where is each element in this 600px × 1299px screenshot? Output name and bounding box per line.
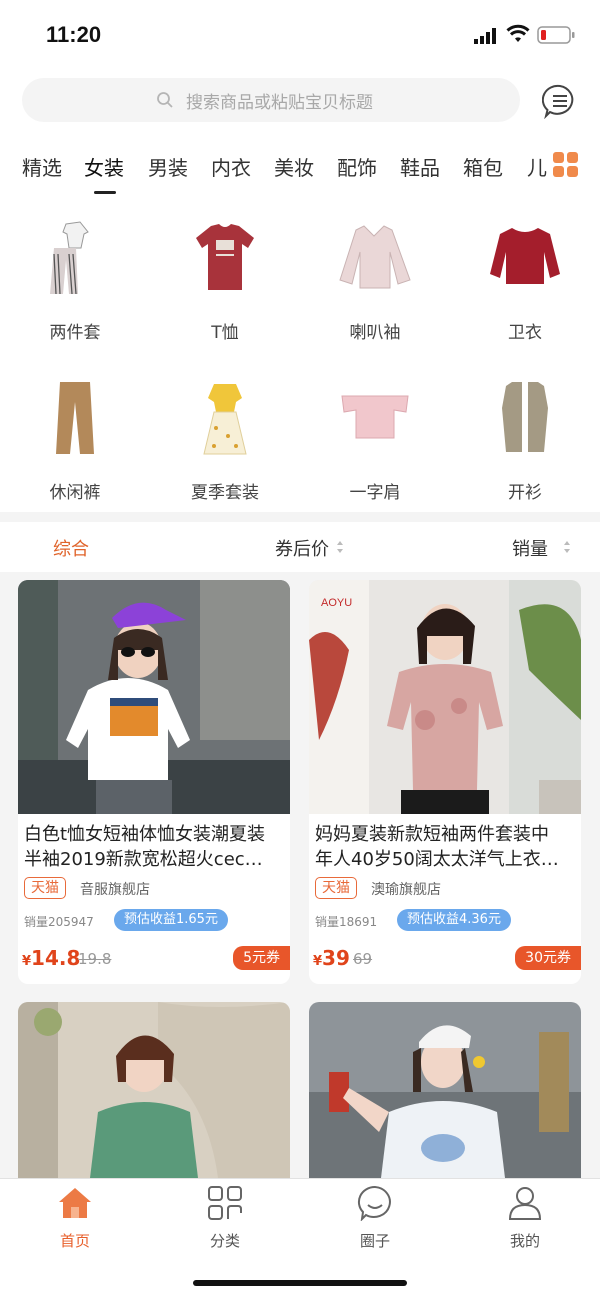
cardigan-image: [502, 382, 548, 452]
active-tab-indicator: [94, 191, 116, 194]
circle-icon: [357, 1185, 391, 1221]
platform-badge: 天猫: [24, 877, 66, 899]
category-tabs: 精选 女装 男装 内衣 美妆 配饰 鞋品 箱包 儿: [0, 132, 600, 198]
subcategory-label: 一字肩: [349, 483, 401, 503]
shop-name: 音服旗舰店: [80, 882, 150, 898]
tab-label: 我的: [509, 1232, 540, 1250]
subcategory-sweatshirt[interactable]: 卫衣: [450, 198, 600, 348]
tab-shoes[interactable]: 鞋品: [400, 152, 440, 181]
price: ¥14.8: [22, 946, 81, 970]
subcategory-cardigan[interactable]: 开衫: [450, 358, 600, 508]
subcategory-summer-set[interactable]: 夏季套装: [150, 358, 300, 508]
summer-set-image: [203, 384, 247, 455]
subcategory-casual-pants[interactable]: 休闲裤: [0, 358, 150, 508]
product-image: [309, 1002, 581, 1178]
tab-label: 首页: [59, 1232, 90, 1250]
tab-accessories[interactable]: 配饰: [337, 152, 377, 181]
original-price: 19.8: [78, 950, 112, 968]
subcategory-flare-sleeve[interactable]: 喇叭袖: [300, 198, 450, 348]
tab-kids[interactable]: 儿: [527, 152, 547, 181]
home-icon: [59, 1188, 91, 1218]
off-shoulder-image: [341, 395, 409, 439]
price: ¥39: [313, 946, 350, 970]
tab-featured[interactable]: 精选: [22, 152, 62, 181]
subcategory-off-shoulder[interactable]: 一字肩: [300, 358, 450, 508]
casual-pants-image: [56, 382, 94, 454]
search-row: 搜索商品或粘贴宝贝标题: [0, 70, 600, 132]
coupon-badge[interactable]: 30元券: [515, 946, 581, 970]
product-card[interactable]: AOYU 妈妈夏装新款短袖两件套装中 年人40岁50阔太太洋气上衣… 天猫 澳瑜…: [309, 580, 581, 984]
all-categories-icon[interactable]: [553, 152, 579, 178]
subcategory-label: 开衫: [508, 483, 542, 503]
product-image: [18, 580, 290, 814]
platform-badge: 天猫: [315, 877, 357, 899]
search-icon: [157, 92, 173, 108]
coupon-badge[interactable]: 5元券: [233, 946, 290, 970]
sales-count: 销量18691: [315, 915, 378, 929]
subcategory-label: 两件套: [49, 323, 101, 343]
subcategory-two-piece[interactable]: 两件套: [0, 198, 150, 348]
signal-icon: [474, 28, 496, 44]
profile-icon: [508, 1187, 542, 1220]
sort-bar: 综合 券后价 销量: [0, 522, 600, 572]
sort-comprehensive[interactable]: 综合: [53, 535, 89, 561]
tab-profile[interactable]: 我的: [465, 1179, 585, 1259]
brand-logo: AOYU: [321, 597, 352, 609]
tab-bags[interactable]: 箱包: [463, 152, 503, 181]
status-bar: 11:20: [0, 0, 600, 70]
tab-category[interactable]: 分类: [165, 1179, 285, 1259]
subcategory-grid: 两件套 T恤 喇叭袖 卫衣 休闲裤 夏季套装 一字肩 开衫: [0, 198, 600, 512]
original-price: 69: [353, 950, 373, 968]
shop-name: 澳瑜旗舰店: [371, 882, 441, 898]
product-card[interactable]: [18, 1002, 290, 1178]
search-input[interactable]: 搜索商品或粘贴宝贝标题: [22, 78, 520, 122]
message-icon[interactable]: [542, 83, 578, 119]
estimated-earnings-badge: 预估收益4.36元: [397, 909, 511, 931]
product-title: 白色t恤女短袖体恤女装潮夏装 半袖2019新款宽松超火cec…: [24, 824, 266, 870]
search-placeholder: 搜索商品或粘贴宝贝标题: [186, 93, 373, 113]
product-title: 妈妈夏装新款短袖两件套装中 年人40岁50阔太太洋气上衣…: [315, 824, 559, 870]
subcategory-label: T恤: [211, 323, 239, 343]
flare-sleeve-image: [339, 225, 411, 289]
estimated-earnings-badge: 预估收益1.65元: [114, 909, 228, 931]
subcategory-label: 休闲裤: [49, 483, 101, 503]
product-image: [18, 1002, 290, 1178]
status-time: 11:20: [46, 22, 102, 47]
subcategory-label: 卫衣: [508, 323, 542, 343]
sales-count: 销量205947: [24, 915, 94, 929]
sort-arrows-icon: [337, 541, 343, 553]
sort-arrows-icon: [564, 541, 570, 553]
tshirt-image: [196, 224, 254, 290]
tab-circle[interactable]: 圈子: [315, 1179, 435, 1259]
product-card[interactable]: [309, 1002, 581, 1178]
tab-beauty[interactable]: 美妆: [274, 152, 314, 181]
tab-label: 圈子: [359, 1232, 390, 1250]
subcategory-tshirt[interactable]: T恤: [150, 198, 300, 348]
tab-label: 分类: [209, 1232, 240, 1250]
category-icon: [208, 1186, 242, 1220]
subcategory-label: 夏季套装: [191, 483, 259, 503]
product-card[interactable]: 白色t恤女短袖体恤女装潮夏装 半袖2019新款宽松超火cec… 天猫 音服旗舰店…: [18, 580, 290, 984]
subcategory-label: 喇叭袖: [349, 323, 401, 343]
tab-womens[interactable]: 女装: [84, 152, 124, 181]
tab-underwear[interactable]: 内衣: [211, 152, 251, 181]
tab-mens[interactable]: 男装: [148, 152, 188, 181]
sweatshirt-image: [490, 228, 560, 284]
home-indicator: [193, 1280, 407, 1286]
wifi-icon: [506, 24, 530, 42]
product-image: AOYU: [309, 580, 581, 814]
battery-icon: [537, 26, 575, 44]
two-piece-set-image: [50, 221, 89, 295]
sort-sales[interactable]: 销量: [512, 535, 548, 561]
tab-home[interactable]: 首页: [15, 1179, 135, 1259]
sort-after-coupon-price[interactable]: 券后价: [275, 535, 329, 561]
